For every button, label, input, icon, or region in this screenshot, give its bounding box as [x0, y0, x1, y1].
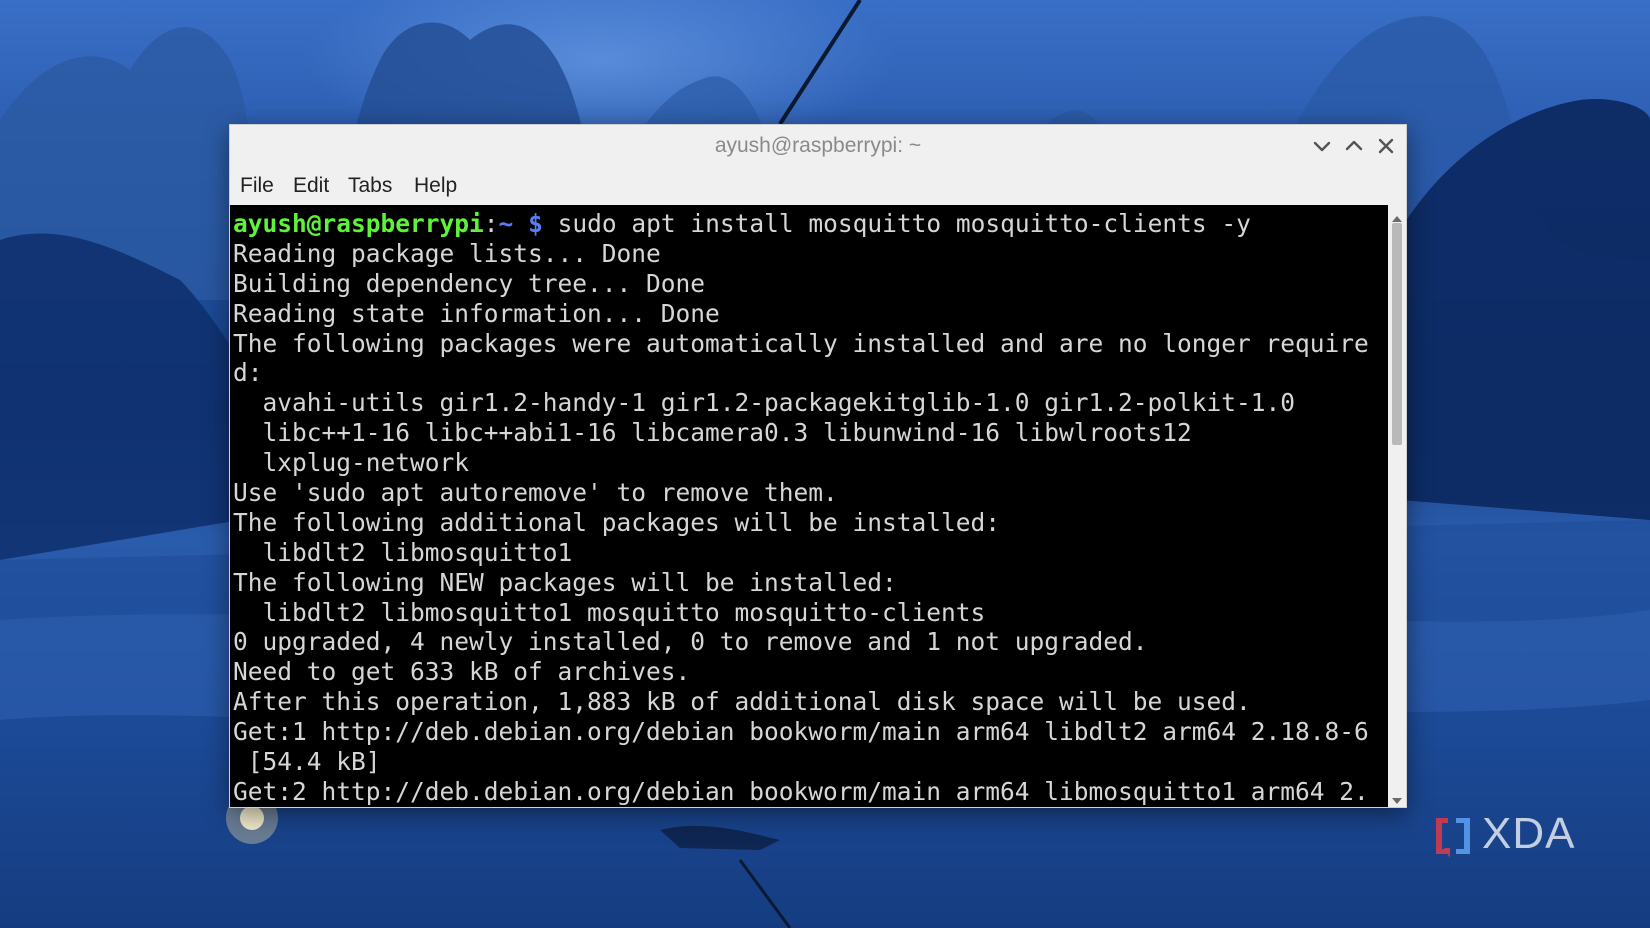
output-line: Need to get 633 kB of archives. — [233, 657, 691, 687]
scroll-up-button[interactable] — [1391, 209, 1403, 222]
window-title: ayush@raspberrypi: ~ — [714, 134, 922, 157]
chevron-down-icon — [1313, 141, 1331, 152]
output-line: Reading state information... Done — [233, 298, 720, 328]
menu-tabs[interactable]: Tabs — [348, 167, 392, 205]
output-line: Building dependency tree... Done — [233, 268, 706, 298]
output-line: d: — [233, 358, 263, 388]
menu-file[interactable]: File — [240, 167, 274, 205]
prompt-path: ~ — [498, 209, 514, 238]
prompt-line: ayush@raspberrypi:~ $ sudo apt install m… — [233, 209, 1369, 239]
output-line: libdlt2 libmosquitto1 — [233, 537, 573, 567]
prompt-symbol: $ — [528, 209, 543, 238]
prompt-command: sudo apt install mosquitto mosquitto-cli… — [557, 209, 1251, 238]
menu-bar: File Edit Tabs Help — [230, 167, 1406, 205]
terminal-output[interactable]: ayush@raspberrypi:~ $ sudo apt install m… — [230, 205, 1388, 807]
output-line: Reading package lists... Done — [233, 238, 661, 268]
close-button[interactable] — [1372, 132, 1400, 160]
output-line: After this operation, 1,883 kB of additi… — [233, 687, 1251, 717]
menu-help[interactable]: Help — [414, 167, 457, 205]
terminal-lines: ayush@raspberrypi:~ $ sudo apt install m… — [233, 209, 1369, 807]
output-line: [54.4 kB] — [233, 747, 381, 777]
terminal-window: ayush@raspberrypi: ~ File Edit Tabs Help… — [229, 124, 1407, 808]
output-line: libdlt2 libmosquitto1 mosquitto mosquitt… — [233, 597, 986, 627]
output-line: Use 'sudo apt autoremove' to remove them… — [233, 478, 838, 508]
scroll-down-button[interactable] — [1391, 791, 1403, 804]
output-line: 0 upgraded, 4 newly installed, 0 to remo… — [233, 627, 1148, 657]
watermark-text: XDA — [1482, 809, 1576, 858]
output-line: libc++1-16 libc++abi1-16 libcamera0.3 li… — [233, 418, 1192, 448]
maximize-button[interactable] — [1340, 132, 1368, 160]
output-line: avahi-utils gir1.2-handy-1 gir1.2-packag… — [233, 388, 1296, 418]
output-line: The following additional packages will b… — [233, 507, 1001, 537]
close-icon — [1378, 138, 1394, 154]
output-line: Get:2 http://deb.debian.org/debian bookw… — [233, 776, 1369, 806]
vertical-scrollbar[interactable] — [1388, 205, 1406, 807]
output-line: lxplug-network — [233, 448, 470, 478]
chevron-up-icon — [1345, 140, 1363, 151]
triangle-down-icon — [1392, 798, 1402, 804]
xda-watermark: XDA — [1430, 809, 1600, 860]
title-bar[interactable]: ayush@raspberrypi: ~ — [230, 125, 1406, 168]
output-line: The following NEW packages will be insta… — [233, 567, 897, 597]
output-line: Get:1 http://deb.debian.org/debian bookw… — [233, 717, 1369, 747]
xda-logo-icon — [1436, 818, 1470, 858]
prompt-user-host: ayush@raspberrypi — [233, 209, 484, 238]
menu-edit[interactable]: Edit — [293, 167, 329, 205]
minimize-button[interactable] — [1308, 132, 1336, 160]
output-line: The following packages were automaticall… — [233, 328, 1369, 358]
prompt-separator: : — [483, 209, 499, 238]
scrollbar-thumb[interactable] — [1392, 223, 1402, 445]
